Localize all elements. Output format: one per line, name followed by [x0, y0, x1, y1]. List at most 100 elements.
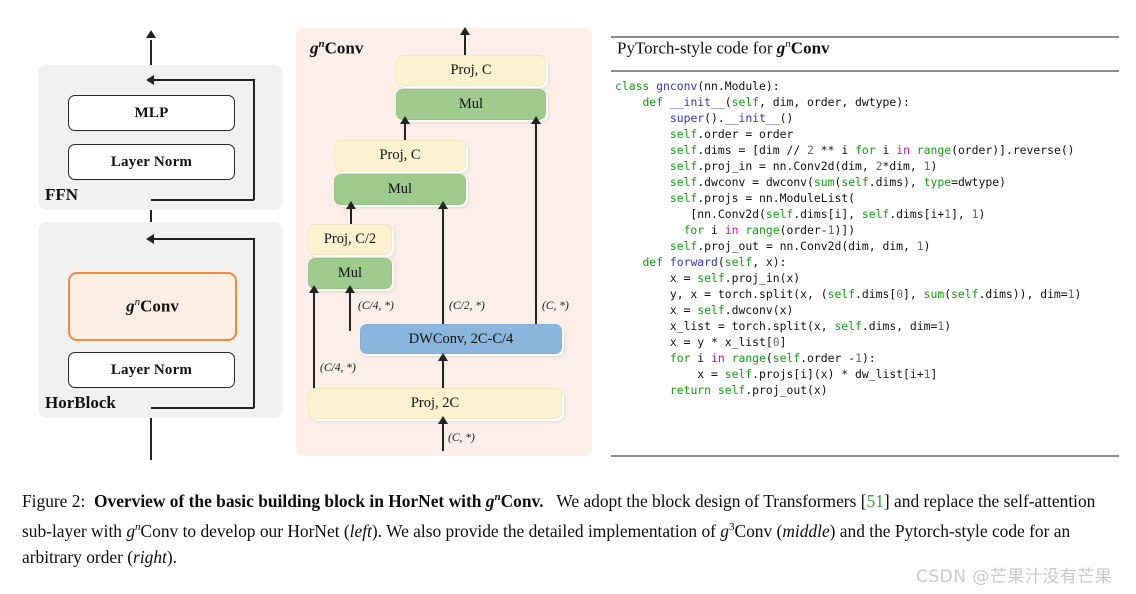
csdn-watermark: CSDN @芒果汁没有芒果: [916, 567, 1113, 587]
code-token: range: [745, 223, 780, 237]
code-token: ): [930, 159, 938, 173]
code-line: def __init__(self, dim, order, dwtype):: [615, 94, 1119, 110]
code-token: self: [765, 207, 794, 221]
code-token: forward: [669, 255, 718, 269]
node-proj-c-top[interactable]: Proj, C: [396, 55, 546, 86]
code-token: ]: [930, 367, 938, 381]
layer-norm-top-box[interactable]: Layer Norm: [68, 144, 235, 180]
code-token: ]: [779, 335, 787, 349]
node-proj-c2[interactable]: Proj, C/2: [308, 224, 392, 255]
code-token: self: [697, 303, 725, 317]
gnconv-box-label: gnConv: [126, 296, 179, 317]
code-line: x = self.proj_in(x): [615, 270, 1119, 286]
code-token: 1: [916, 239, 924, 253]
caption-body-3: Conv to develop our HorNet (: [140, 520, 350, 541]
code-token: 1: [1067, 287, 1075, 301]
code-token: super: [669, 111, 705, 125]
code-token: self: [669, 175, 698, 189]
code-token: (: [765, 351, 773, 365]
code-line: [nn.Conv2d(self.dims[i], self.dims[i+1],…: [615, 206, 1119, 222]
code-token: sum: [923, 287, 945, 301]
output-arrow: [460, 27, 470, 35]
code-token: .order = order: [697, 127, 794, 141]
code-token: x =: [615, 367, 725, 381]
node-dwconv[interactable]: DWConv, 2C-C/4: [360, 324, 562, 354]
code-line: x = y * x_list[0]: [615, 334, 1119, 350]
code-token: def: [642, 95, 670, 109]
caption-figure-number: Figure 2:: [22, 490, 86, 511]
code-token: self: [772, 351, 801, 365]
code-panel: PyTorch-style code for gnConv class gnco…: [611, 30, 1119, 458]
code-token: .dims[i],: [793, 207, 862, 221]
label-proj-out-c4: (C/4, *): [320, 362, 356, 374]
input-arrow: [438, 416, 448, 424]
code-panel-header: PyTorch-style code for gnConv: [617, 38, 830, 59]
horblock-group-label: HorBlock: [45, 393, 116, 412]
code-token: 1: [971, 207, 979, 221]
code-token: in: [711, 351, 725, 365]
ffn-group-label: FFN: [45, 185, 79, 204]
ffn-residual-top: [152, 79, 254, 81]
code-token: class: [615, 79, 657, 93]
caption-citation-51[interactable]: 51: [867, 491, 884, 511]
code-line: self.proj_in = nn.Conv2d(dim, 2*dim, 1): [615, 158, 1119, 174]
code-token: ],: [903, 287, 924, 301]
gnconv-box[interactable]: gnConv: [68, 272, 237, 341]
code-token: y, x = torch.split(x, (: [615, 287, 828, 301]
node-proj-2c[interactable]: Proj, 2C: [308, 388, 562, 419]
node-mul-top[interactable]: Mul: [396, 89, 546, 120]
arrow-c2-to-mulmid-head: [438, 201, 448, 209]
arrow-c-to-multop-line: [535, 123, 537, 325]
code-token: ): [978, 207, 986, 221]
code-token: self: [834, 319, 862, 333]
gnconv-detail-panel: gnConv Proj, C Mul Proj, C Mul Proj, C/2…: [296, 27, 592, 456]
code-token: self: [731, 95, 760, 109]
code-token: 0: [772, 335, 780, 349]
code-token: , x):: [752, 255, 787, 269]
main-spine-arrow: [146, 30, 156, 38]
code-token: (): [779, 111, 794, 125]
code-line: self.order = order: [615, 126, 1119, 142]
code-line: self.dims = [dim // 2 ** i for i in rang…: [615, 142, 1119, 158]
figure-2-container: MLP Layer Norm FFN gnConv Layer Norm Hor…: [0, 0, 1136, 594]
code-token: .proj_in(x): [724, 271, 801, 285]
code-token: .dims)), dim=: [978, 287, 1068, 301]
code-token: self: [827, 287, 856, 301]
code-token: self: [861, 207, 890, 221]
gnconv-g-symbol: g: [126, 296, 135, 316]
code-line: class gnconv(nn.Module):: [615, 78, 1119, 94]
code-token: for: [669, 351, 691, 365]
code-token: i: [875, 143, 897, 157]
code-token: i: [690, 351, 712, 365]
code-block[interactable]: class gnconv(nn.Module): def __init__(se…: [615, 78, 1119, 398]
node-proj-c-mid[interactable]: Proj, C: [334, 140, 466, 171]
code-line: for i in range(order-1)]): [615, 222, 1119, 238]
ffn-residual-right: [253, 79, 255, 200]
code-line: self.proj_out = nn.Conv2d(dim, dim, 1): [615, 238, 1119, 254]
code-token: x_list = torch.split(x,: [615, 319, 835, 333]
code-token: .proj_out = nn.Conv2d(dim, dim,: [697, 239, 917, 253]
label-dw-out-c: (C, *): [542, 300, 569, 312]
caption-italic-middle: middle: [782, 520, 830, 541]
code-token: self: [717, 383, 746, 397]
code-token: ): [1074, 287, 1082, 301]
ffn-residual-arrow: [146, 75, 154, 85]
code-token: x = y * x_list[: [615, 335, 773, 349]
code-line: self.projs = nn.ModuleList(: [615, 190, 1119, 206]
code-line: x_list = torch.split(x, self.dims, dim=1…: [615, 318, 1119, 334]
code-token: .projs[i](x) * dw_list[i+: [752, 367, 924, 381]
code-token: .dwconv(x): [724, 303, 794, 317]
code-token: .dims),: [868, 175, 924, 189]
layer-norm-bottom-box[interactable]: Layer Norm: [68, 352, 235, 388]
code-token: for: [855, 143, 876, 157]
label-dw-out-c2: (C/2, *): [449, 300, 485, 312]
mlp-box[interactable]: MLP: [68, 95, 235, 131]
input-line: [442, 423, 444, 451]
caption-body-5: Conv (: [734, 520, 783, 541]
code-token: range: [731, 351, 766, 365]
code-token: ** i: [813, 143, 856, 157]
